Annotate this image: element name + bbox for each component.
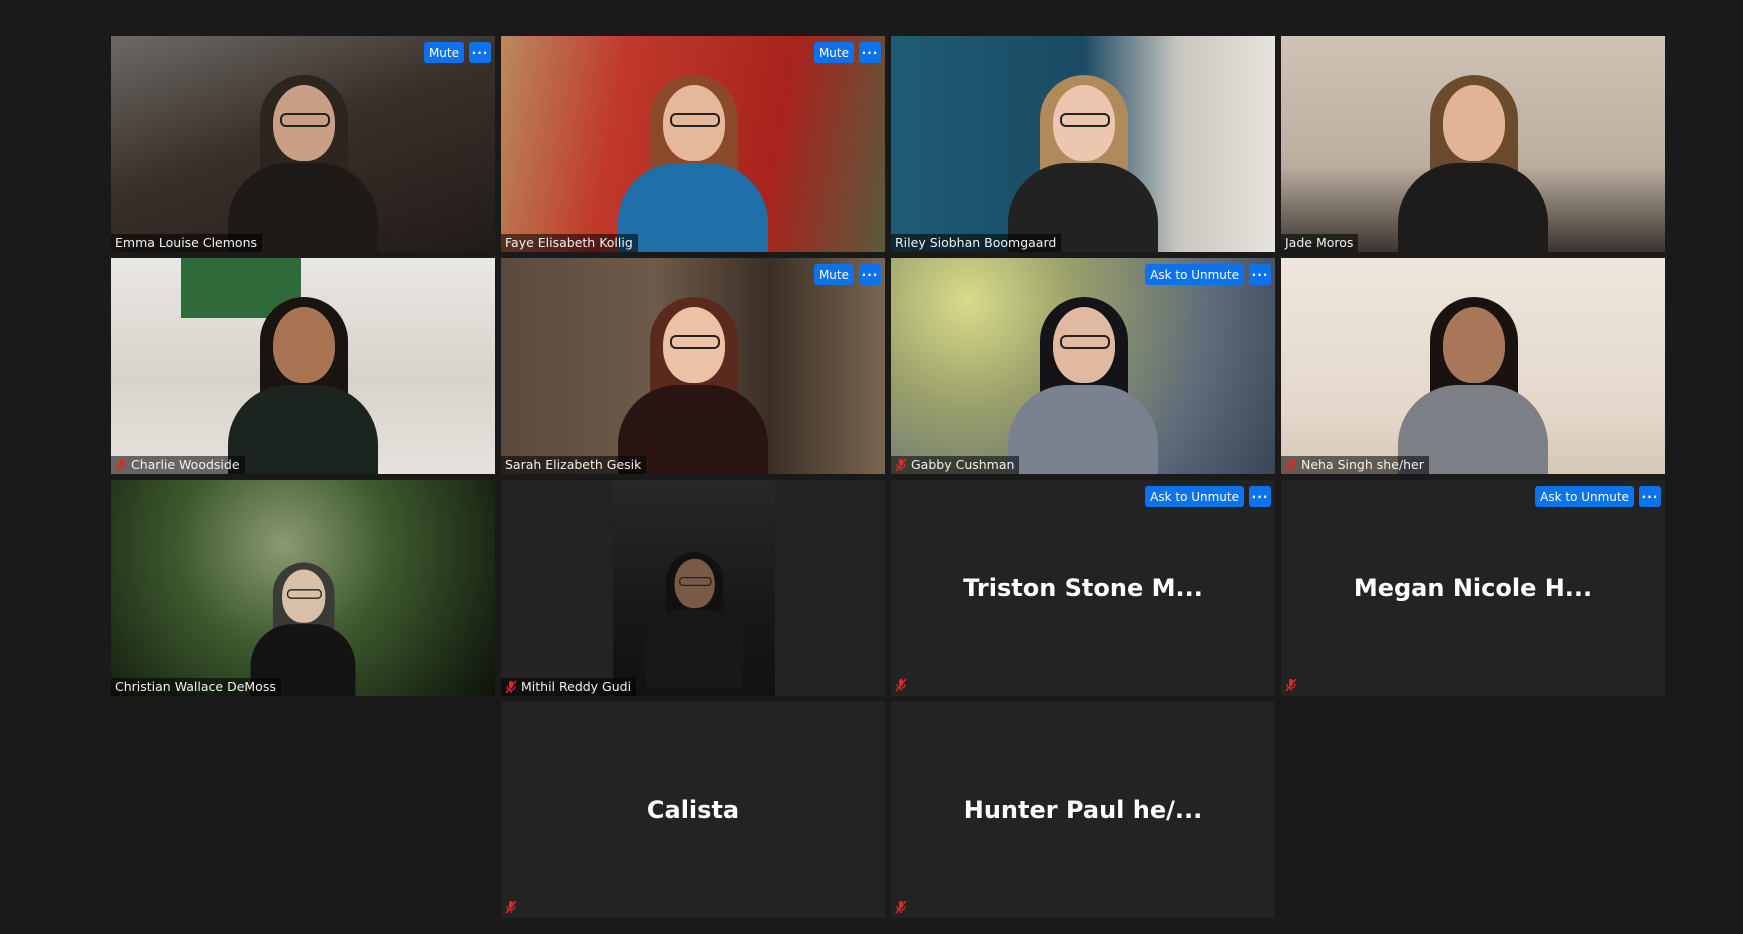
- participant-figure: [618, 296, 768, 474]
- participant-name: Christian Wallace DeMoss: [115, 679, 276, 694]
- more-options-button[interactable]: ···: [859, 264, 881, 285]
- muted-mic-icon: [115, 458, 127, 472]
- participant-video: [111, 258, 495, 474]
- muted-mic-icon: [895, 900, 907, 914]
- participant-name: Calista: [646, 796, 740, 824]
- participant-video: [891, 258, 1275, 474]
- more-options-button[interactable]: ···: [1639, 486, 1661, 507]
- ask-to-unmute-button[interactable]: Ask to Unmute: [1145, 486, 1244, 507]
- participant-name: Gabby Cushman: [911, 457, 1015, 472]
- participant-video: [891, 36, 1275, 252]
- video-tile-christian[interactable]: Christian Wallace DeMoss: [111, 480, 495, 696]
- tile-controls: Mute ···: [813, 264, 881, 285]
- participant-name-label: Gabby Cushman: [891, 456, 1020, 474]
- participant-name: Sarah Elizabeth Gesik: [505, 457, 642, 472]
- video-tile-jade[interactable]: Jade Moros: [1281, 36, 1665, 252]
- tile-controls: Ask to Unmute ···: [1145, 264, 1271, 285]
- participant-name-label: Mithil Reddy Gudi: [501, 678, 637, 696]
- participant-figure: [1398, 74, 1548, 252]
- more-options-button[interactable]: ···: [1249, 264, 1271, 285]
- more-options-button[interactable]: ···: [469, 42, 491, 63]
- muted-mic-icon: [1285, 458, 1297, 472]
- ask-to-unmute-button[interactable]: Ask to Unmute: [1535, 486, 1634, 507]
- ask-to-unmute-button[interactable]: Ask to Unmute: [1145, 264, 1244, 285]
- tile-controls: Ask to Unmute ···: [1535, 486, 1661, 507]
- video-tile-triston[interactable]: Ask to Unmute ··· Triston Stone M...: [891, 480, 1275, 696]
- participant-name: Triston Stone M...: [963, 574, 1203, 602]
- tile-controls: Mute ···: [423, 42, 491, 63]
- tile-controls: Mute ···: [813, 42, 881, 63]
- participant-name: Megan Nicole H...: [1353, 574, 1593, 602]
- participant-video: [111, 480, 495, 696]
- participant-name-label: Charlie Woodside: [111, 456, 245, 474]
- muted-mic-icon: [895, 458, 907, 472]
- more-options-button[interactable]: ···: [859, 42, 881, 63]
- participant-name: Riley Siobhan Boomgaard: [895, 235, 1057, 250]
- video-tile-mithil[interactable]: Mithil Reddy Gudi: [501, 480, 885, 696]
- participant-name-label: Christian Wallace DeMoss: [111, 678, 281, 696]
- participant-name: Faye Elisabeth Kollig: [505, 235, 633, 250]
- participant-figure: [645, 552, 743, 688]
- muted-mic-icon: [505, 680, 517, 694]
- video-tile-riley[interactable]: Riley Siobhan Boomgaard: [891, 36, 1275, 252]
- mute-button[interactable]: Mute: [813, 264, 854, 285]
- participant-figure: [228, 296, 378, 474]
- participant-name: Charlie Woodside: [131, 457, 240, 472]
- participant-name: Neha Singh she/her: [1301, 457, 1424, 472]
- participant-figure: [228, 74, 378, 252]
- participant-name: Hunter Paul he/...: [963, 796, 1203, 824]
- video-tile-gabby[interactable]: Ask to Unmute ··· Gabby Cushman: [891, 258, 1275, 474]
- participant-video: [1281, 36, 1665, 252]
- video-tile-emma[interactable]: Mute ··· Emma Louise Clemons: [111, 36, 495, 252]
- video-tile-charlie[interactable]: Charlie Woodside: [111, 258, 495, 474]
- participant-video: [501, 258, 885, 474]
- participant-video: [501, 36, 885, 252]
- participant-figure: [1398, 296, 1548, 474]
- video-tile-sarah[interactable]: Mute ··· Sarah Elizabeth Gesik: [501, 258, 885, 474]
- muted-mic-icon: [505, 900, 517, 914]
- participant-figure: [1008, 74, 1158, 252]
- muted-mic-icon: [895, 678, 907, 692]
- participant-name-label: Faye Elisabeth Kollig: [501, 234, 638, 252]
- mute-button[interactable]: Mute: [813, 42, 854, 63]
- participant-name-label: Sarah Elizabeth Gesik: [501, 456, 647, 474]
- participant-figure: [1008, 296, 1158, 474]
- participant-name-label: Neha Singh she/her: [1281, 456, 1429, 474]
- participant-video: [613, 480, 775, 696]
- video-tile-calista[interactable]: Calista: [501, 702, 885, 918]
- video-tile-neha[interactable]: Neha Singh she/her: [1281, 258, 1665, 474]
- participant-name: Mithil Reddy Gudi: [521, 679, 632, 694]
- participant-name-label: Emma Louise Clemons: [111, 234, 262, 252]
- video-tile-hunter[interactable]: Hunter Paul he/...: [891, 702, 1275, 918]
- participant-name-label: Riley Siobhan Boomgaard: [891, 234, 1062, 252]
- participant-figure: [618, 74, 768, 252]
- mute-button[interactable]: Mute: [423, 42, 464, 63]
- more-options-button[interactable]: ···: [1249, 486, 1271, 507]
- participant-figure: [250, 562, 356, 696]
- video-tile-megan[interactable]: Ask to Unmute ··· Megan Nicole H...: [1281, 480, 1665, 696]
- tile-controls: Ask to Unmute ···: [1145, 486, 1271, 507]
- participant-name: Jade Moros: [1285, 235, 1354, 250]
- participant-video: [111, 36, 495, 252]
- muted-mic-icon: [1285, 678, 1297, 692]
- participant-name: Emma Louise Clemons: [115, 235, 257, 250]
- participant-video: [1281, 258, 1665, 474]
- video-tile-faye[interactable]: Mute ··· Faye Elisabeth Kollig: [501, 36, 885, 252]
- participant-name-label: Jade Moros: [1281, 234, 1359, 252]
